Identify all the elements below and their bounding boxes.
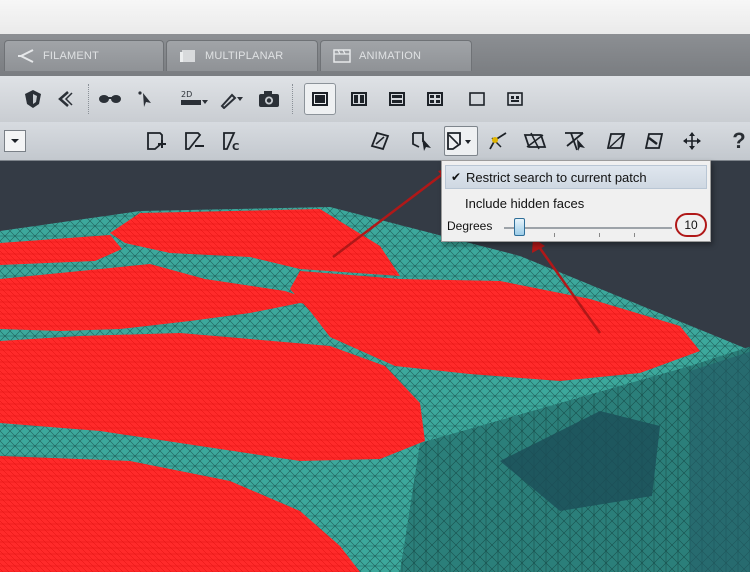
include-hidden-faces-option[interactable]: Include hidden faces bbox=[445, 191, 707, 215]
help-icon[interactable]: ? bbox=[728, 126, 750, 156]
layout-quad-icon[interactable] bbox=[422, 86, 448, 112]
tab-animation[interactable]: ANIMATION bbox=[320, 40, 472, 71]
layout-two-rows-icon[interactable] bbox=[384, 86, 410, 112]
patch-select-icon[interactable] bbox=[444, 126, 478, 156]
tab-label: MULTIPLANAR bbox=[205, 50, 284, 62]
brush-select-icon[interactable] bbox=[486, 128, 512, 154]
restrict-search-label: Restrict search to current patch bbox=[466, 169, 647, 185]
plane-select-icon[interactable] bbox=[642, 128, 666, 154]
faces-select-icon[interactable] bbox=[562, 128, 590, 154]
slider-track bbox=[504, 227, 672, 229]
tab-multiplanar[interactable]: MULTIPLANAR bbox=[166, 40, 318, 71]
remove-patch-icon[interactable] bbox=[182, 128, 206, 154]
lasso-select-icon[interactable] bbox=[368, 128, 392, 154]
tab-label: FILAMENT bbox=[43, 50, 99, 62]
slider-tick bbox=[554, 233, 555, 237]
pick-face-icon[interactable] bbox=[410, 128, 436, 154]
slider-tick bbox=[599, 233, 600, 237]
add-patch-icon[interactable] bbox=[144, 128, 168, 154]
camera-icon[interactable] bbox=[256, 86, 282, 112]
2d-ruler-icon[interactable]: 2D bbox=[178, 86, 210, 112]
selection-toolbar: C ? bbox=[0, 122, 750, 161]
animation-icon bbox=[333, 49, 351, 63]
slider-thumb[interactable] bbox=[514, 218, 525, 236]
filament-icon bbox=[17, 49, 35, 63]
chevron-down-icon[interactable] bbox=[4, 130, 26, 152]
multiplanar-icon bbox=[179, 49, 197, 63]
toolbar-separator bbox=[292, 84, 294, 114]
layout-two-columns-icon[interactable] bbox=[346, 86, 372, 112]
workspace-tab-bar: FILAMENT MULTIPLANAR ANIMATION bbox=[0, 34, 750, 76]
layout-empty-icon[interactable] bbox=[464, 86, 490, 112]
layout-single-icon[interactable] bbox=[304, 83, 336, 115]
view-toolbar: 2D bbox=[0, 76, 750, 123]
window-title-strip bbox=[0, 0, 750, 34]
slider-tick bbox=[634, 233, 635, 237]
checkmark-icon: ✔ bbox=[450, 170, 462, 184]
svg-text:C: C bbox=[232, 142, 239, 152]
degrees-value[interactable]: 10 bbox=[675, 213, 707, 237]
shield-view-icon[interactable] bbox=[20, 86, 46, 112]
include-hidden-label: Include hidden faces bbox=[465, 195, 585, 211]
move-icon[interactable] bbox=[680, 128, 704, 154]
plane-icon[interactable] bbox=[604, 128, 628, 154]
layout-compact-icon[interactable] bbox=[502, 86, 528, 112]
brush-icon[interactable] bbox=[216, 86, 246, 112]
svg-text:2D: 2D bbox=[181, 90, 192, 99]
degrees-slider[interactable] bbox=[504, 218, 672, 237]
toolbar-separator bbox=[88, 84, 90, 114]
tab-label: ANIMATION bbox=[359, 50, 422, 62]
clear-patch-icon[interactable]: C bbox=[220, 128, 244, 154]
back-icon[interactable] bbox=[52, 86, 78, 112]
region-select-icon[interactable] bbox=[522, 128, 550, 154]
patch-select-options-menu: ✔ Restrict search to current patch Inclu… bbox=[441, 160, 711, 242]
stereo-glasses-icon[interactable] bbox=[96, 86, 124, 112]
degrees-label: Degrees bbox=[447, 219, 493, 233]
restrict-search-option[interactable]: ✔ Restrict search to current patch bbox=[445, 165, 707, 189]
pointer-icon[interactable] bbox=[132, 86, 158, 112]
tab-filament[interactable]: FILAMENT bbox=[4, 40, 164, 71]
